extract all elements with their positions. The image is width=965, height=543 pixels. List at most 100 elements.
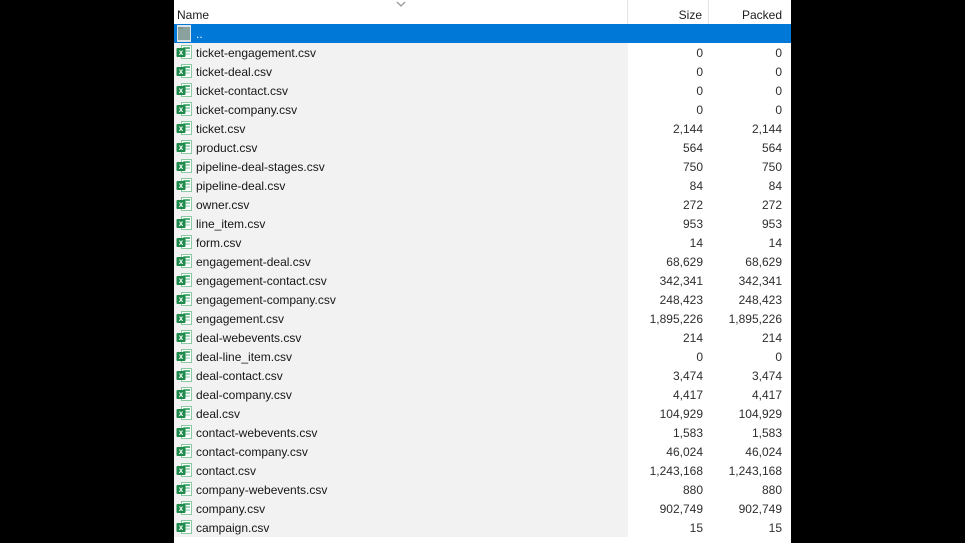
- excel-csv-icon: x: [176, 235, 192, 250]
- file-name-cell: x company-webevents.csv: [174, 480, 628, 499]
- svg-text:x: x: [179, 48, 184, 57]
- excel-csv-icon: x: [176, 216, 192, 231]
- table-row[interactable]: x company.csv 902,749 902,749: [174, 499, 791, 518]
- excel-csv-icon: x: [176, 45, 192, 60]
- column-header-size-label: Size: [678, 7, 702, 22]
- file-packed: 342,341: [709, 271, 791, 290]
- file-name-cell: x ticket-contact.csv: [174, 81, 628, 100]
- table-row[interactable]: x engagement-deal.csv 68,629 68,629: [174, 252, 791, 271]
- file-size: 0: [628, 43, 709, 62]
- table-row[interactable]: x engagement.csv 1,895,226 1,895,226: [174, 309, 791, 328]
- file-name-cell: x engagement-company.csv: [174, 290, 628, 309]
- table-row[interactable]: x deal-contact.csv 3,474 3,474: [174, 366, 791, 385]
- table-row[interactable]: x ticket-deal.csv 0 0: [174, 62, 791, 81]
- file-size: 3,474: [628, 366, 709, 385]
- table-row[interactable]: x contact-company.csv 46,024 46,024: [174, 442, 791, 461]
- file-size: 564: [628, 138, 709, 157]
- excel-csv-icon: x: [176, 178, 192, 193]
- svg-text:x: x: [179, 219, 184, 228]
- column-header-packed[interactable]: Packed: [709, 0, 791, 24]
- file-name-cell: x ticket-deal.csv: [174, 62, 628, 81]
- excel-csv-icon: x: [176, 406, 192, 421]
- column-header-name-label: Name: [177, 7, 210, 22]
- excel-csv-icon: x: [176, 140, 192, 155]
- excel-csv-icon: x: [176, 121, 192, 136]
- file-size: [628, 24, 709, 43]
- file-name-cell: x engagement-contact.csv: [174, 271, 628, 290]
- table-row[interactable]: x ticket-contact.csv 0 0: [174, 81, 791, 100]
- file-packed: 564: [709, 138, 791, 157]
- file-name: engagement-contact.csv: [196, 273, 327, 288]
- table-row[interactable]: x ticket-engagement.csv 0 0: [174, 43, 791, 62]
- table-row[interactable]: x deal-company.csv 4,417 4,417: [174, 385, 791, 404]
- archive-file-list-panel: Name Size Packed .. x ticket-engagement.…: [174, 0, 791, 543]
- file-size: 68,629: [628, 252, 709, 271]
- svg-text:x: x: [179, 67, 184, 76]
- table-row[interactable]: x form.csv 14 14: [174, 233, 791, 252]
- file-size: 0: [628, 347, 709, 366]
- file-name-cell: x ticket.csv: [174, 119, 628, 138]
- up-folder-icon: [176, 25, 192, 42]
- table-row[interactable]: x campaign.csv 15 15: [174, 518, 791, 537]
- table-row[interactable]: x ticket.csv 2,144 2,144: [174, 119, 791, 138]
- file-name: pipeline-deal-stages.csv: [196, 159, 325, 174]
- svg-text:x: x: [179, 143, 184, 152]
- svg-text:x: x: [179, 276, 184, 285]
- file-name: product.csv: [196, 140, 258, 155]
- table-row[interactable]: x engagement-contact.csv 342,341 342,341: [174, 271, 791, 290]
- table-row[interactable]: x owner.csv 272 272: [174, 195, 791, 214]
- svg-text:x: x: [179, 238, 184, 247]
- table-row[interactable]: x engagement-company.csv 248,423 248,423: [174, 290, 791, 309]
- file-name: ticket-company.csv: [196, 102, 298, 117]
- table-row[interactable]: x contact.csv 1,243,168 1,243,168: [174, 461, 791, 480]
- column-header-size[interactable]: Size: [628, 0, 709, 24]
- file-size: 46,024: [628, 442, 709, 461]
- file-name: deal-contact.csv: [196, 368, 283, 383]
- file-packed: 880: [709, 480, 791, 499]
- file-name-cell: x owner.csv: [174, 195, 628, 214]
- file-packed: 272: [709, 195, 791, 214]
- svg-text:x: x: [179, 466, 184, 475]
- excel-csv-icon: x: [176, 368, 192, 383]
- table-row[interactable]: x pipeline-deal.csv 84 84: [174, 176, 791, 195]
- file-name-cell: x engagement.csv: [174, 309, 628, 328]
- table-row[interactable]: x deal.csv 104,929 104,929: [174, 404, 791, 423]
- table-row[interactable]: x company-webevents.csv 880 880: [174, 480, 791, 499]
- svg-text:x: x: [179, 333, 184, 342]
- svg-text:x: x: [179, 523, 184, 532]
- table-row[interactable]: x deal-webevents.csv 214 214: [174, 328, 791, 347]
- file-name-cell: x pipeline-deal-stages.csv: [174, 157, 628, 176]
- file-packed: 214: [709, 328, 791, 347]
- file-size: 14: [628, 233, 709, 252]
- file-packed: 0: [709, 81, 791, 100]
- file-name-cell: x pipeline-deal.csv: [174, 176, 628, 195]
- file-packed: 0: [709, 347, 791, 366]
- table-row[interactable]: x deal-line_item.csv 0 0: [174, 347, 791, 366]
- table-row[interactable]: x line_item.csv 953 953: [174, 214, 791, 233]
- excel-csv-icon: x: [176, 482, 192, 497]
- file-size: 0: [628, 100, 709, 119]
- file-size: 2,144: [628, 119, 709, 138]
- file-size: 902,749: [628, 499, 709, 518]
- file-name-cell: x engagement-deal.csv: [174, 252, 628, 271]
- file-name: line_item.csv: [196, 216, 266, 231]
- file-size: 880: [628, 480, 709, 499]
- excel-csv-icon: x: [176, 254, 192, 269]
- file-packed: 46,024: [709, 442, 791, 461]
- file-packed: 4,417: [709, 385, 791, 404]
- table-row[interactable]: x ticket-company.csv 0 0: [174, 100, 791, 119]
- file-packed: 84: [709, 176, 791, 195]
- file-name: contact-company.csv: [196, 444, 308, 459]
- file-name: engagement-company.csv: [196, 292, 336, 307]
- table-row[interactable]: x product.csv 564 564: [174, 138, 791, 157]
- letterbox-right: [791, 0, 965, 543]
- excel-csv-icon: x: [176, 444, 192, 459]
- file-packed: 3,474: [709, 366, 791, 385]
- excel-csv-icon: x: [176, 349, 192, 364]
- table-row[interactable]: ..: [174, 24, 791, 43]
- excel-csv-icon: x: [176, 159, 192, 174]
- table-row[interactable]: x pipeline-deal-stages.csv 750 750: [174, 157, 791, 176]
- file-name: deal.csv: [196, 406, 241, 421]
- file-name-cell: x company.csv: [174, 499, 628, 518]
- table-row[interactable]: x contact-webevents.csv 1,583 1,583: [174, 423, 791, 442]
